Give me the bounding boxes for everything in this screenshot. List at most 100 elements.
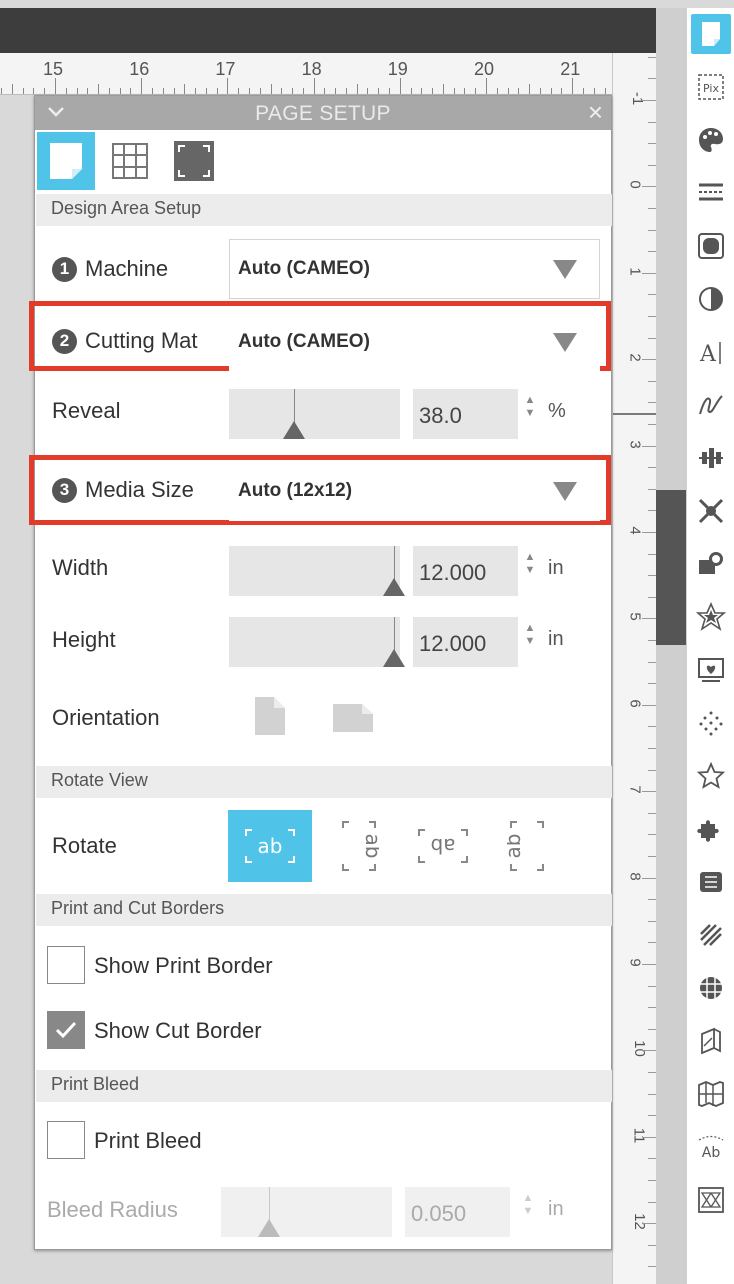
reveal-spinner[interactable]: ▲ ▼	[523, 394, 537, 420]
height-slider[interactable]	[229, 617, 405, 667]
ruler-x-label: 20	[474, 59, 495, 79]
puzzle-icon[interactable]	[691, 809, 731, 849]
ruler-tick	[184, 84, 186, 94]
ruler-tick	[642, 359, 656, 361]
page-setup-icon[interactable]	[691, 14, 731, 54]
show-print-border-checkbox[interactable]	[47, 946, 85, 984]
ruler-tick	[648, 56, 656, 58]
modify-icon[interactable]	[691, 544, 731, 584]
rotate-180-button[interactable]: ab	[401, 810, 485, 882]
portrait-orientation-icon[interactable]	[254, 696, 286, 741]
media-size-value: Auto (12x12)	[238, 480, 353, 501]
width-slider[interactable]	[229, 546, 405, 596]
show-cut-border-label[interactable]: Show Cut Border	[94, 1018, 262, 1044]
dropdown-arrow-icon	[553, 482, 577, 501]
cutting-mat-select[interactable]: Auto (CAMEO)	[229, 312, 600, 372]
ruler-x-label: 21	[560, 59, 581, 79]
reveal-input[interactable]: 38.0	[413, 389, 518, 439]
warp-icon[interactable]	[691, 915, 731, 955]
width-input[interactable]: 12.000	[413, 546, 518, 596]
vertical-scrollbar-track[interactable]	[656, 8, 686, 1284]
align-icon[interactable]	[691, 438, 731, 478]
width-spinner[interactable]: ▲ ▼	[523, 551, 537, 577]
contrast-icon[interactable]	[691, 279, 731, 319]
text-style-icon[interactable]: A	[691, 332, 731, 372]
slider-handle[interactable]	[383, 649, 405, 667]
line-style-icon[interactable]	[691, 173, 731, 213]
close-icon[interactable]: ×	[588, 97, 603, 128]
media-size-label: Media Size	[85, 477, 194, 502]
landscape-orientation-icon[interactable]	[332, 703, 374, 738]
machine-value: Auto (CAMEO)	[238, 258, 370, 279]
ruler-tick	[324, 88, 326, 94]
ruler-tick	[648, 1180, 656, 1181]
width-unit: in	[548, 557, 564, 579]
offset-icon[interactable]	[691, 597, 731, 637]
map-icon[interactable]	[691, 1074, 731, 1114]
ruler-x-label: 17	[215, 59, 236, 79]
ruler-tick	[507, 88, 509, 94]
background-icon	[174, 141, 214, 181]
rotate-90-button[interactable]: ab	[317, 810, 401, 882]
ruler-tick	[356, 84, 358, 94]
right-panel-toolbar: Pix A Ab	[686, 8, 734, 1284]
vertical-scrollbar-thumb[interactable]	[656, 490, 686, 645]
rotate-270-text: ab	[507, 834, 525, 859]
ruler-tick	[648, 1093, 656, 1095]
design-store-icon[interactable]	[691, 703, 731, 743]
height-spinner[interactable]: ▲ ▼	[523, 622, 537, 648]
pixscan-icon[interactable]: Pix	[691, 67, 731, 107]
nesting-icon[interactable]	[691, 1180, 731, 1220]
tab-grid[interactable]	[101, 132, 159, 190]
bleed-radius-slider[interactable]	[221, 1187, 392, 1237]
ruler-tick	[648, 596, 656, 598]
bleed-radius-spinner[interactable]: ▲ ▼	[521, 1192, 535, 1218]
ruler-tick	[648, 510, 656, 512]
replicate-icon[interactable]	[691, 491, 731, 531]
sketch-icon[interactable]	[691, 385, 731, 425]
fold-icon[interactable]	[691, 1021, 731, 1061]
reveal-slider[interactable]	[229, 389, 400, 439]
text-to-path-icon[interactable]: Ab	[691, 1127, 731, 1167]
ruler-tick	[518, 88, 520, 94]
slider-handle[interactable]	[283, 421, 305, 439]
stitch-icon[interactable]	[691, 862, 731, 902]
print-bleed-checkbox[interactable]	[47, 1121, 85, 1159]
ruler-tick	[292, 88, 294, 94]
vertical-ruler: -1 0 1 2 3 4 5 6 7 8 9 10 11 12	[612, 53, 656, 1284]
media-size-select[interactable]: Auto (12x12)	[229, 461, 600, 521]
ruler-tick	[648, 208, 656, 209]
ruler-tick	[55, 78, 56, 94]
bleed-radius-input[interactable]: 0.050	[405, 1187, 510, 1237]
star-icon[interactable]	[691, 756, 731, 796]
tab-page[interactable]	[37, 132, 95, 190]
ruler-tick	[648, 812, 656, 814]
ruler-tick	[141, 78, 143, 94]
show-print-border-label[interactable]: Show Print Border	[94, 953, 273, 979]
dropdown-arrow-icon	[553, 260, 577, 279]
checkmark-icon	[55, 1021, 77, 1039]
slider-handle[interactable]	[258, 1219, 280, 1237]
slider-handle[interactable]	[383, 578, 405, 596]
ruler-tick	[642, 704, 656, 706]
machine-label: Machine	[85, 256, 169, 281]
tab-background[interactable]	[165, 132, 223, 190]
ruler-tick	[648, 251, 656, 253]
height-input[interactable]: 12.000	[413, 617, 518, 667]
bleed-radius-unit: in	[548, 1198, 564, 1220]
ruler-y-label: 1	[626, 267, 644, 276]
show-cut-border-checkbox[interactable]	[47, 1011, 85, 1049]
print-bleed-label[interactable]: Print Bleed	[94, 1128, 202, 1154]
ruler-tick	[195, 88, 197, 94]
machine-select[interactable]: Auto (CAMEO)	[229, 239, 600, 299]
ruler-tick	[648, 856, 656, 857]
rotate-270-button[interactable]: ab	[485, 810, 569, 882]
fill-palette-icon[interactable]	[691, 120, 731, 160]
ruler-tick	[65, 88, 67, 94]
ruler-tick	[648, 402, 656, 404]
ruler-tick	[76, 88, 78, 94]
rotate-0-button[interactable]: ab	[228, 810, 312, 882]
trace-icon[interactable]	[691, 650, 731, 690]
grid-icon[interactable]	[691, 968, 731, 1008]
image-effects-icon[interactable]	[691, 226, 731, 266]
